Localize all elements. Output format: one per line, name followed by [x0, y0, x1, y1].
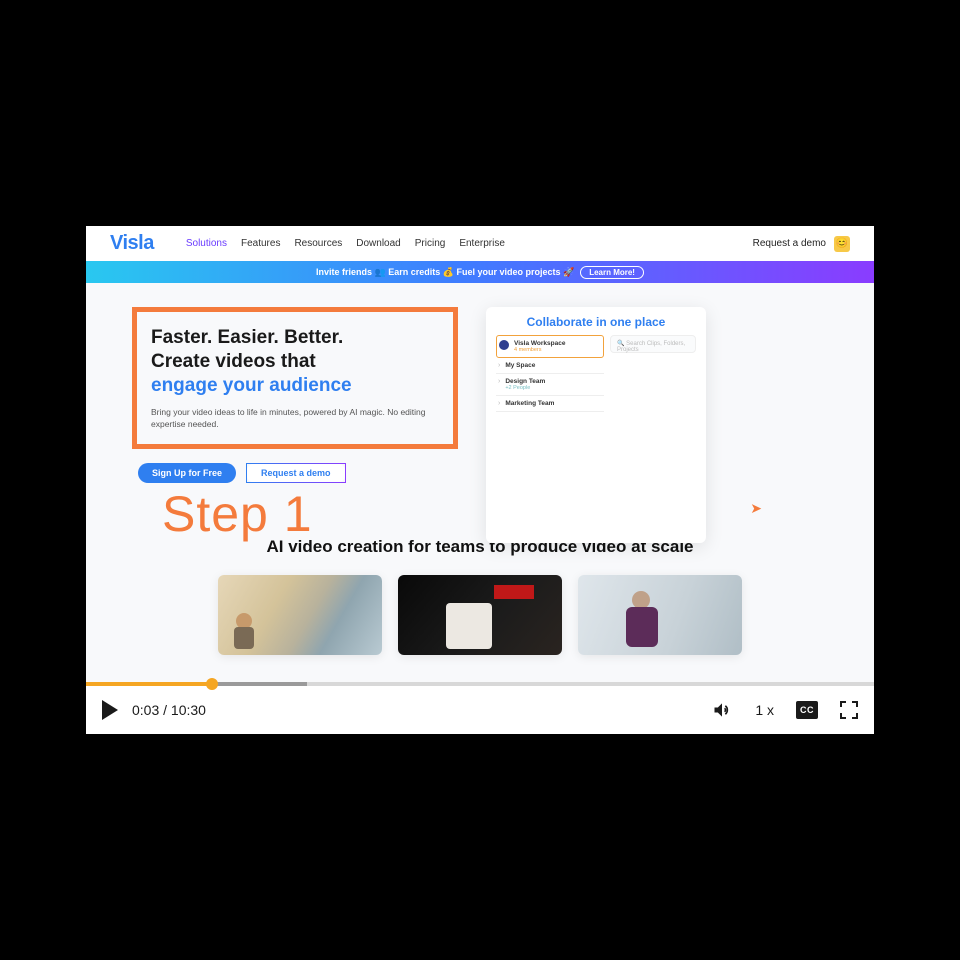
player-controls: 0:03 / 10:30 1 x CC — [86, 686, 874, 734]
workspace-item[interactable]: › My Space — [496, 358, 604, 374]
feature-card[interactable] — [578, 575, 742, 655]
video-player-frame: Visla Solutions Features Resources Downl… — [86, 226, 874, 734]
duration: 10:30 — [171, 702, 206, 718]
nav-features[interactable]: Features — [241, 238, 280, 249]
step-annotation: Step 1 — [162, 485, 458, 543]
hero-section: Faster. Easier. Better. Create videos th… — [86, 283, 874, 543]
play-icon — [102, 700, 118, 720]
hero-highlight-box: Faster. Easier. Better. Create videos th… — [132, 307, 458, 449]
main-nav: Solutions Features Resources Download Pr… — [186, 238, 505, 249]
play-progress-indicator — [86, 682, 212, 686]
nav-download[interactable]: Download — [356, 238, 400, 249]
nav-pricing[interactable]: Pricing — [415, 238, 446, 249]
headline-line2: Create videos that — [151, 351, 316, 372]
workspace-list: Visla Workspace4 members › My Space › De… — [496, 335, 604, 412]
request-demo-link[interactable]: Request a demo — [753, 238, 826, 249]
ribbon-text: Invite friends 👥 Earn credits 💰 Fuel you… — [316, 267, 574, 278]
workspace-name: Design Team — [505, 378, 545, 385]
chevron-right-icon: › — [498, 362, 500, 369]
hero-cta-row: Sign Up for Free Request a demo — [138, 463, 458, 483]
collaborate-panel: Collaborate in one place Visla Workspace… — [486, 307, 706, 543]
workspace-item[interactable]: Visla Workspace4 members — [496, 335, 604, 358]
workspace-name: Visla Workspace — [514, 340, 565, 347]
collab-title: Collaborate in one place — [496, 315, 696, 329]
nav-resources[interactable]: Resources — [294, 238, 342, 249]
website-page: Visla Solutions Features Resources Downl… — [86, 226, 874, 682]
time-display: 0:03 / 10:30 — [132, 702, 206, 718]
chevron-right-icon: › — [498, 378, 500, 385]
workspace-item[interactable]: › Marketing Team — [496, 396, 604, 412]
workspace-sub: +2 People — [505, 385, 545, 391]
promo-ribbon: Invite friends 👥 Earn credits 💰 Fuel you… — [86, 261, 874, 283]
scrubber-handle[interactable] — [206, 678, 218, 690]
card-thumbnail — [218, 575, 382, 655]
hero-subtext: Bring your video ideas to life in minute… — [151, 407, 437, 430]
search-placeholder: Search Clips, Folders, Projects — [617, 341, 685, 353]
profile-emoji-icon[interactable]: 😊 — [834, 236, 850, 252]
cursor-pointer-icon: ➤ — [750, 500, 762, 517]
time-separator: / — [163, 702, 171, 718]
brand-logo[interactable]: Visla — [110, 232, 154, 255]
workspace-item[interactable]: › Design Team+2 People — [496, 374, 604, 396]
chevron-right-icon: › — [498, 400, 500, 407]
headline-line3: engage your audience — [151, 375, 352, 396]
nav-solutions[interactable]: Solutions — [186, 238, 227, 249]
current-time: 0:03 — [132, 702, 159, 718]
card-thumbnail — [578, 575, 742, 655]
volume-button[interactable] — [711, 700, 733, 720]
request-demo-button[interactable]: Request a demo — [246, 463, 346, 483]
fullscreen-button[interactable] — [840, 701, 858, 719]
workspace-name: Marketing Team — [505, 400, 554, 407]
hero-headline: Faster. Easier. Better. Create videos th… — [151, 326, 437, 397]
progress-bar[interactable] — [86, 682, 874, 686]
play-button[interactable] — [102, 700, 118, 720]
signup-button[interactable]: Sign Up for Free — [138, 463, 236, 483]
fullscreen-icon — [840, 701, 846, 707]
workspace-name: My Space — [505, 362, 535, 369]
learn-more-button[interactable]: Learn More! — [580, 266, 644, 279]
card-thumbnail — [398, 575, 562, 655]
headline-line1: Faster. Easier. Better. — [151, 327, 343, 348]
top-nav-bar: Visla Solutions Features Resources Downl… — [86, 226, 874, 261]
feature-cards — [86, 575, 874, 655]
workspace-sub: 4 members — [514, 347, 565, 353]
speaker-icon — [711, 700, 733, 720]
workspace-avatar-icon — [499, 340, 509, 350]
captions-button[interactable]: CC — [796, 701, 818, 719]
feature-card[interactable] — [398, 575, 562, 655]
video-content: Visla Solutions Features Resources Downl… — [86, 226, 874, 682]
feature-card[interactable] — [218, 575, 382, 655]
nav-enterprise[interactable]: Enterprise — [459, 238, 505, 249]
collab-search-input[interactable]: 🔍 Search Clips, Folders, Projects — [610, 335, 696, 353]
playback-speed-button[interactable]: 1 x — [755, 702, 774, 718]
